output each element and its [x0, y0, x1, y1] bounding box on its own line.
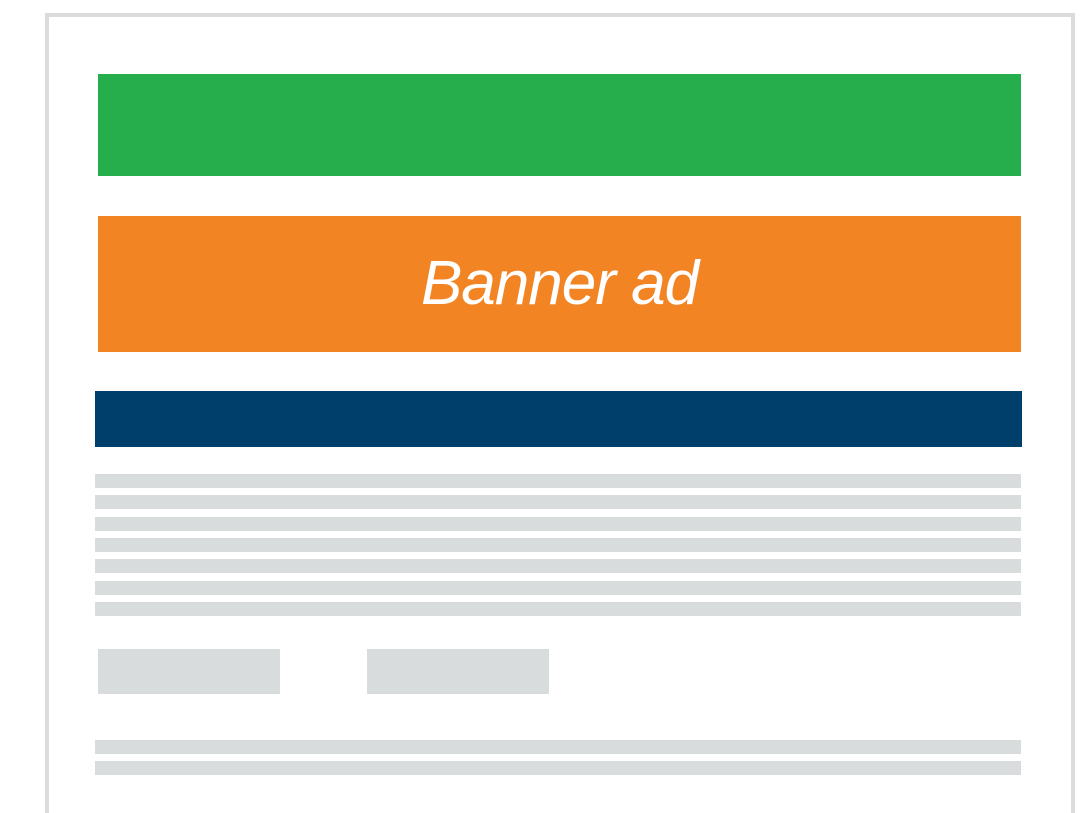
content-text-line [95, 474, 1021, 488]
content-text-line [95, 559, 1021, 573]
content-text-line [95, 602, 1021, 616]
content-text-line [95, 581, 1021, 595]
content-text-line [95, 740, 1021, 754]
navigation-bar [95, 391, 1022, 447]
placeholder-button[interactable] [367, 649, 549, 694]
webpage-wireframe: Banner ad [0, 0, 1088, 813]
banner-ad[interactable]: Banner ad [98, 216, 1021, 352]
content-text-line [95, 538, 1021, 552]
content-text-line [95, 517, 1021, 531]
header-bar [98, 74, 1021, 176]
content-text-line [95, 495, 1021, 509]
content-text-line [95, 761, 1021, 775]
banner-ad-label: Banner ad [420, 249, 699, 318]
placeholder-button[interactable] [98, 649, 280, 694]
